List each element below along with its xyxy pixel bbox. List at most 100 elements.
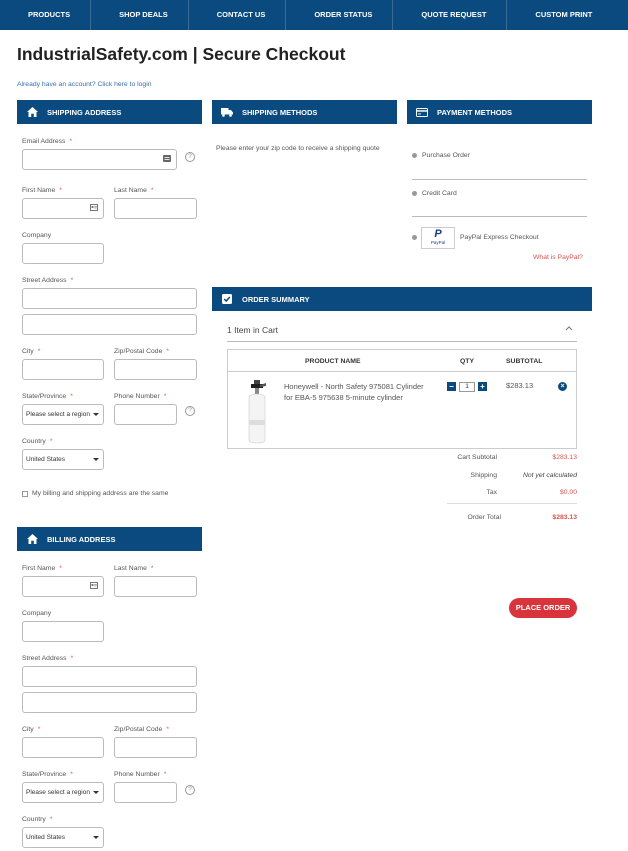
paypal-radio[interactable]	[412, 235, 417, 240]
chevron-down-icon	[93, 791, 99, 794]
billing-street-line-2-field[interactable]	[22, 692, 197, 713]
nav-order-status[interactable]: ORDER STATUS	[286, 0, 394, 30]
billing-state-select-value: Please select a region	[26, 789, 90, 796]
country-select[interactable]: United States	[22, 449, 104, 470]
what-is-paypal-link[interactable]: What is PayPal?	[533, 254, 583, 261]
cart-table: PRODUCT NAME QTY SUBTOTAL Honeywell - No…	[227, 349, 577, 449]
shipping-methods-title: SHIPPING METHODS	[242, 107, 318, 117]
order-total-label: Order Total	[467, 514, 502, 521]
credit-card-radio[interactable]	[412, 191, 417, 196]
totals-divider	[447, 503, 577, 504]
billing-first-name-field[interactable]	[22, 576, 104, 597]
required-mark: *	[70, 393, 73, 400]
shipping-label: Shipping	[470, 472, 497, 479]
purchase-order-label: Purchase Order	[422, 152, 470, 159]
state-select[interactable]: Please select a region	[22, 404, 104, 425]
nav-shop-deals[interactable]: SHOP DEALS	[91, 0, 189, 30]
street-line-2-field[interactable]	[22, 314, 197, 335]
col-product-name: PRODUCT NAME	[305, 358, 361, 365]
credit-card-icon	[415, 106, 429, 118]
city-label: City *	[22, 348, 40, 355]
qty-increment-button[interactable]: +	[478, 382, 487, 391]
company-label: Company	[22, 232, 52, 239]
qty-input[interactable]: 1	[459, 382, 475, 392]
billing-city-field[interactable]	[22, 737, 104, 758]
login-link[interactable]: Already have an account? Click here to l…	[17, 81, 152, 88]
chevron-down-icon	[93, 836, 99, 839]
billing-address-title: BILLING ADDRESS	[47, 534, 116, 544]
qty-decrement-button[interactable]: −	[447, 382, 456, 391]
order-summary-title: ORDER SUMMARY	[242, 294, 310, 304]
billing-country-label-text: Country	[22, 816, 46, 823]
nav-quote-request[interactable]: QUOTE REQUEST	[393, 0, 508, 30]
place-order-button[interactable]: PLACE ORDER	[509, 598, 577, 618]
billing-phone-field[interactable]	[114, 782, 177, 803]
billing-country-label: Country *	[22, 816, 52, 823]
first-name-label: First Name *	[22, 187, 62, 194]
shipping-address-header: SHIPPING ADDRESS	[17, 100, 202, 124]
billing-state-select[interactable]: Please select a region	[22, 782, 104, 803]
country-label-text: Country	[22, 438, 46, 445]
product-name[interactable]: Honeywell - North Safety 975081 Cylinder…	[284, 381, 434, 403]
truck-icon	[220, 106, 234, 118]
street-line-1-field[interactable]	[22, 288, 197, 309]
chevron-up-icon[interactable]	[565, 326, 573, 333]
zip-label: Zip/Postal Code *	[114, 348, 169, 355]
cart-subtotal-label: Cart Subtotal	[457, 454, 497, 461]
required-mark: *	[163, 771, 167, 778]
billing-company-label: Company	[22, 610, 52, 617]
shipping-methods-message: Please enter your zip code to receive a …	[216, 145, 380, 152]
shipping-address-title: SHIPPING ADDRESS	[47, 107, 122, 117]
first-name-field[interactable]	[22, 198, 104, 219]
paypal-logo-text: PayPal	[430, 240, 446, 245]
phone-help-icon[interactable]: ?	[185, 406, 195, 416]
product-thumbnail	[244, 380, 270, 446]
billing-company-field[interactable]	[22, 621, 104, 642]
billing-country-select[interactable]: United States	[22, 827, 104, 848]
billing-street-line-1-field[interactable]	[22, 666, 197, 687]
autofill-icon	[163, 155, 171, 164]
country-select-value: United States	[26, 456, 66, 463]
company-field[interactable]	[22, 243, 104, 264]
tax-value: $0.00	[559, 489, 577, 496]
remove-item-icon[interactable]: ×	[558, 382, 567, 391]
same-address-checkbox[interactable]	[22, 491, 28, 497]
required-mark: *	[150, 565, 154, 572]
billing-zip-label-text: Zip/Postal Code	[114, 726, 163, 733]
city-field[interactable]	[22, 359, 104, 380]
email-help-icon[interactable]: ?	[185, 152, 195, 162]
required-mark: *	[49, 438, 53, 445]
billing-zip-label: Zip/Postal Code *	[114, 726, 169, 733]
home-icon	[25, 533, 39, 545]
chevron-down-icon	[93, 458, 99, 461]
zip-field[interactable]	[114, 359, 197, 380]
same-address-label: My billing and shipping address are the …	[32, 490, 169, 497]
billing-last-name-field[interactable]	[114, 576, 197, 597]
billing-state-label-text: State/Province	[22, 771, 67, 778]
billing-phone-help-icon[interactable]: ?	[185, 785, 195, 795]
purchase-order-radio[interactable]	[412, 153, 417, 158]
last-name-label-text: Last Name	[114, 187, 147, 194]
required-mark: *	[70, 277, 74, 284]
nav-contact-us[interactable]: CONTACT US	[189, 0, 287, 30]
street-label-text: Street Address	[22, 277, 67, 284]
nav-custom-print[interactable]: CUSTOM PRINT	[507, 0, 612, 30]
items-in-cart[interactable]: 1 Item in Cart	[227, 325, 278, 335]
billing-city-label: City *	[22, 726, 40, 733]
billing-zip-field[interactable]	[114, 737, 197, 758]
credit-card-label: Credit Card	[422, 190, 457, 197]
state-label-text: State/Province	[22, 393, 67, 400]
email-field[interactable]	[22, 149, 177, 170]
phone-label: Phone Number *	[114, 393, 166, 400]
email-label-text: Email Address	[22, 138, 66, 145]
billing-first-name-label-text: First Name	[22, 565, 56, 572]
paypal-label: PayPal Express Checkout	[460, 234, 539, 241]
nav-products[interactable]: PRODUCTS	[0, 0, 92, 30]
order-total-value: $283.13	[552, 514, 577, 521]
first-name-label-text: First Name	[22, 187, 56, 194]
last-name-field[interactable]	[114, 198, 197, 219]
phone-field[interactable]	[114, 404, 177, 425]
contact-card-icon	[90, 204, 98, 213]
zip-label-text: Zip/Postal Code	[114, 348, 163, 355]
paypal-logo-mark: P	[434, 228, 442, 240]
